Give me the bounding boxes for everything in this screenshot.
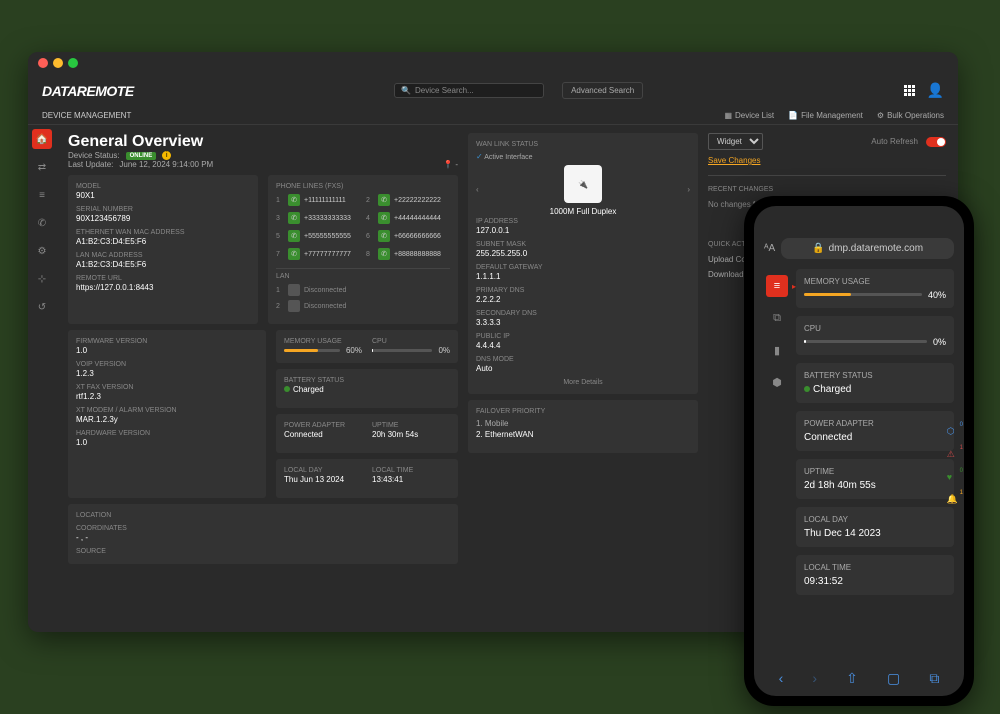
phone-localtime-card: LOCAL TIME 09:31:52: [796, 555, 954, 595]
wan-prev-icon[interactable]: ‹: [476, 185, 479, 194]
page-title: General Overview: [68, 133, 458, 151]
phone-sidebar-copy[interactable]: ⧉: [766, 307, 788, 329]
location-pin-icon[interactable]: 📍 -: [443, 160, 458, 169]
close-window-dot[interactable]: [38, 58, 48, 68]
phone-sidebar-overview[interactable]: ≡: [766, 275, 788, 297]
phone-cpu-card: CPU 0%: [796, 316, 954, 355]
wan-next-icon[interactable]: ›: [687, 185, 690, 194]
phone-forward-icon[interactable]: ›: [812, 670, 817, 686]
auto-refresh-label: Auto Refresh: [871, 137, 918, 146]
nav-bulk-operations[interactable]: ⚙ Bulk Operations: [877, 111, 944, 120]
phone-line-row[interactable]: 8✆+88888888888: [366, 248, 450, 260]
subheader: DEVICE MANAGEMENT ▦ Device List 📄 File M…: [28, 107, 958, 125]
badge-heart-icon[interactable]: ♥0: [947, 472, 958, 482]
auto-refresh-toggle[interactable]: [926, 137, 946, 147]
apps-grid-icon[interactable]: [904, 85, 915, 96]
versions-panel: FIRMWARE VERSION1.0 VoIP VERSION1.2.3 XT…: [68, 330, 266, 498]
phone-sidebar-doc[interactable]: ▮: [766, 339, 788, 361]
phone-active-icon: ✆: [378, 248, 390, 260]
phone-localday-card: LOCAL DAY Thu Dec 14 2023: [796, 507, 954, 547]
badge-blue-icon[interactable]: ⬡0: [947, 426, 958, 437]
sidebar-network[interactable]: ⇄: [32, 157, 52, 177]
window-titlebar: [28, 52, 958, 74]
phone-line-row[interactable]: 4✆+44444444444: [366, 212, 450, 224]
phone-lines-panel: PHONE LINES (FXS) 1✆+111111111112✆+22222…: [268, 175, 458, 324]
phone-statusbar: [754, 206, 964, 238]
mem-cpu-panel: MEMORY USAGE 60% CPU 0%: [276, 330, 458, 363]
phone-status-badges: ⬡0 ⚠1 ♥0 🔔1: [947, 426, 958, 505]
search-input[interactable]: 🔍 Device Search...: [394, 83, 544, 98]
phone-tabs-icon[interactable]: ⧉: [929, 670, 939, 687]
section-title: DEVICE MANAGEMENT: [42, 111, 131, 120]
phone-bookmarks-icon[interactable]: ▢: [887, 670, 900, 687]
sidebar-list[interactable]: ≡: [32, 185, 52, 205]
widget-select[interactable]: Widget: [708, 133, 763, 150]
phone-active-icon: ✆: [288, 230, 300, 242]
status-badge: ONLINE: [126, 152, 157, 160]
phone-browser-toolbar: ‹ › ⇧ ▢ ⧉: [754, 660, 964, 696]
phone-sidebar-cube[interactable]: ⬢: [766, 371, 788, 393]
phone-line-row[interactable]: 2✆+22222222222: [366, 194, 450, 206]
phone-active-icon: ✆: [378, 212, 390, 224]
app-header: DATAREMOTE 🔍 Device Search... Advanced S…: [28, 74, 958, 107]
user-avatar-icon[interactable]: 👤: [927, 82, 944, 99]
phone-uptime-card: UPTIME 2d 18h 40m 55s: [796, 459, 954, 499]
nav-device-list[interactable]: ▦ Device List: [724, 111, 774, 120]
phone-active-icon: ✆: [288, 194, 300, 206]
sidebar-settings[interactable]: ⚙: [32, 241, 52, 261]
phone-mockup: ᴬA 🔒 dmp.dataremote.com ≡ ⧉ ▮ ⬢ MEMORY U…: [744, 196, 974, 706]
sidebar-phone[interactable]: ✆: [32, 213, 52, 233]
device-status-label: Device Status:: [68, 151, 120, 160]
phone-active-icon: ✆: [378, 230, 390, 242]
text-size-icon[interactable]: ᴬA: [764, 243, 775, 254]
more-details-link[interactable]: More Details: [476, 379, 690, 386]
phone-battery-card: BATTERY STATUS Charged: [796, 363, 954, 403]
ethernet-port-icon: 🔌: [564, 165, 602, 203]
sidebar-history[interactable]: ↺: [32, 297, 52, 317]
info-icon[interactable]: i: [162, 151, 171, 160]
battery-panel: BATTERY STATUS Charged: [276, 369, 458, 408]
last-update-label: Last Update:: [68, 160, 113, 169]
page-header: General Overview Device Status: ONLINE i…: [68, 133, 458, 169]
phone-url-bar[interactable]: 🔒 dmp.dataremote.com: [781, 238, 954, 259]
failover-panel: FAILOVER PRIORITY 1. Mobile 2. EthernetW…: [468, 400, 698, 453]
phone-line-row[interactable]: 1✆+11111111111: [276, 194, 360, 206]
badge-bell-icon[interactable]: 🔔1: [947, 494, 958, 505]
advanced-search-button[interactable]: Advanced Search: [562, 82, 643, 99]
phone-share-icon[interactable]: ⇧: [846, 670, 858, 687]
phone-active-icon: ✆: [288, 212, 300, 224]
nav-file-management[interactable]: 📄 File Management: [788, 111, 863, 120]
save-changes-link[interactable]: Save Changes: [708, 156, 946, 165]
sidebar: 🏠 ⇄ ≡ ✆ ⚙ ⊹ ↺: [28, 125, 56, 631]
sidebar-branch[interactable]: ⊹: [32, 269, 52, 289]
maximize-window-dot[interactable]: [68, 58, 78, 68]
badge-warning-icon[interactable]: ⚠1: [947, 449, 958, 460]
phone-line-row[interactable]: 6✆+66666666666: [366, 230, 450, 242]
phone-memory-card: MEMORY USAGE 40%: [796, 269, 954, 308]
phone-active-icon: ✆: [378, 194, 390, 206]
minimize-window-dot[interactable]: [53, 58, 63, 68]
location-panel: LOCATION COORDINATES - , - SOURCE: [68, 504, 458, 564]
phone-active-icon: ✆: [288, 248, 300, 260]
power-uptime-panel: POWER ADAPTERConnected UPTIME20h 30m 54s: [276, 414, 458, 453]
sidebar-home[interactable]: 🏠: [32, 129, 52, 149]
last-update-value: June 12, 2024 9:14:00 PM: [119, 160, 213, 169]
phone-back-icon[interactable]: ‹: [779, 670, 784, 686]
logo: DATAREMOTE: [42, 83, 134, 99]
phone-line-row[interactable]: 7✆+77777777777: [276, 248, 360, 260]
phone-line-row[interactable]: 3✆+33333333333: [276, 212, 360, 224]
search-icon: 🔍: [401, 86, 411, 95]
phone-power-card: POWER ADAPTER Connected: [796, 411, 954, 451]
localtime-panel: LOCAL DAYThu Jun 13 2024 LOCAL TIME13:43…: [276, 459, 458, 498]
phone-line-row[interactable]: 5✆+55555555555: [276, 230, 360, 242]
wan-panel: WAN LINK STATUS ✓ Active Interface ‹ 🔌 1…: [468, 133, 698, 394]
lock-icon: 🔒: [812, 243, 824, 254]
device-info-panel: MODEL 90X1 SERIAL NUMBER 90X123456789 ET…: [68, 175, 258, 324]
